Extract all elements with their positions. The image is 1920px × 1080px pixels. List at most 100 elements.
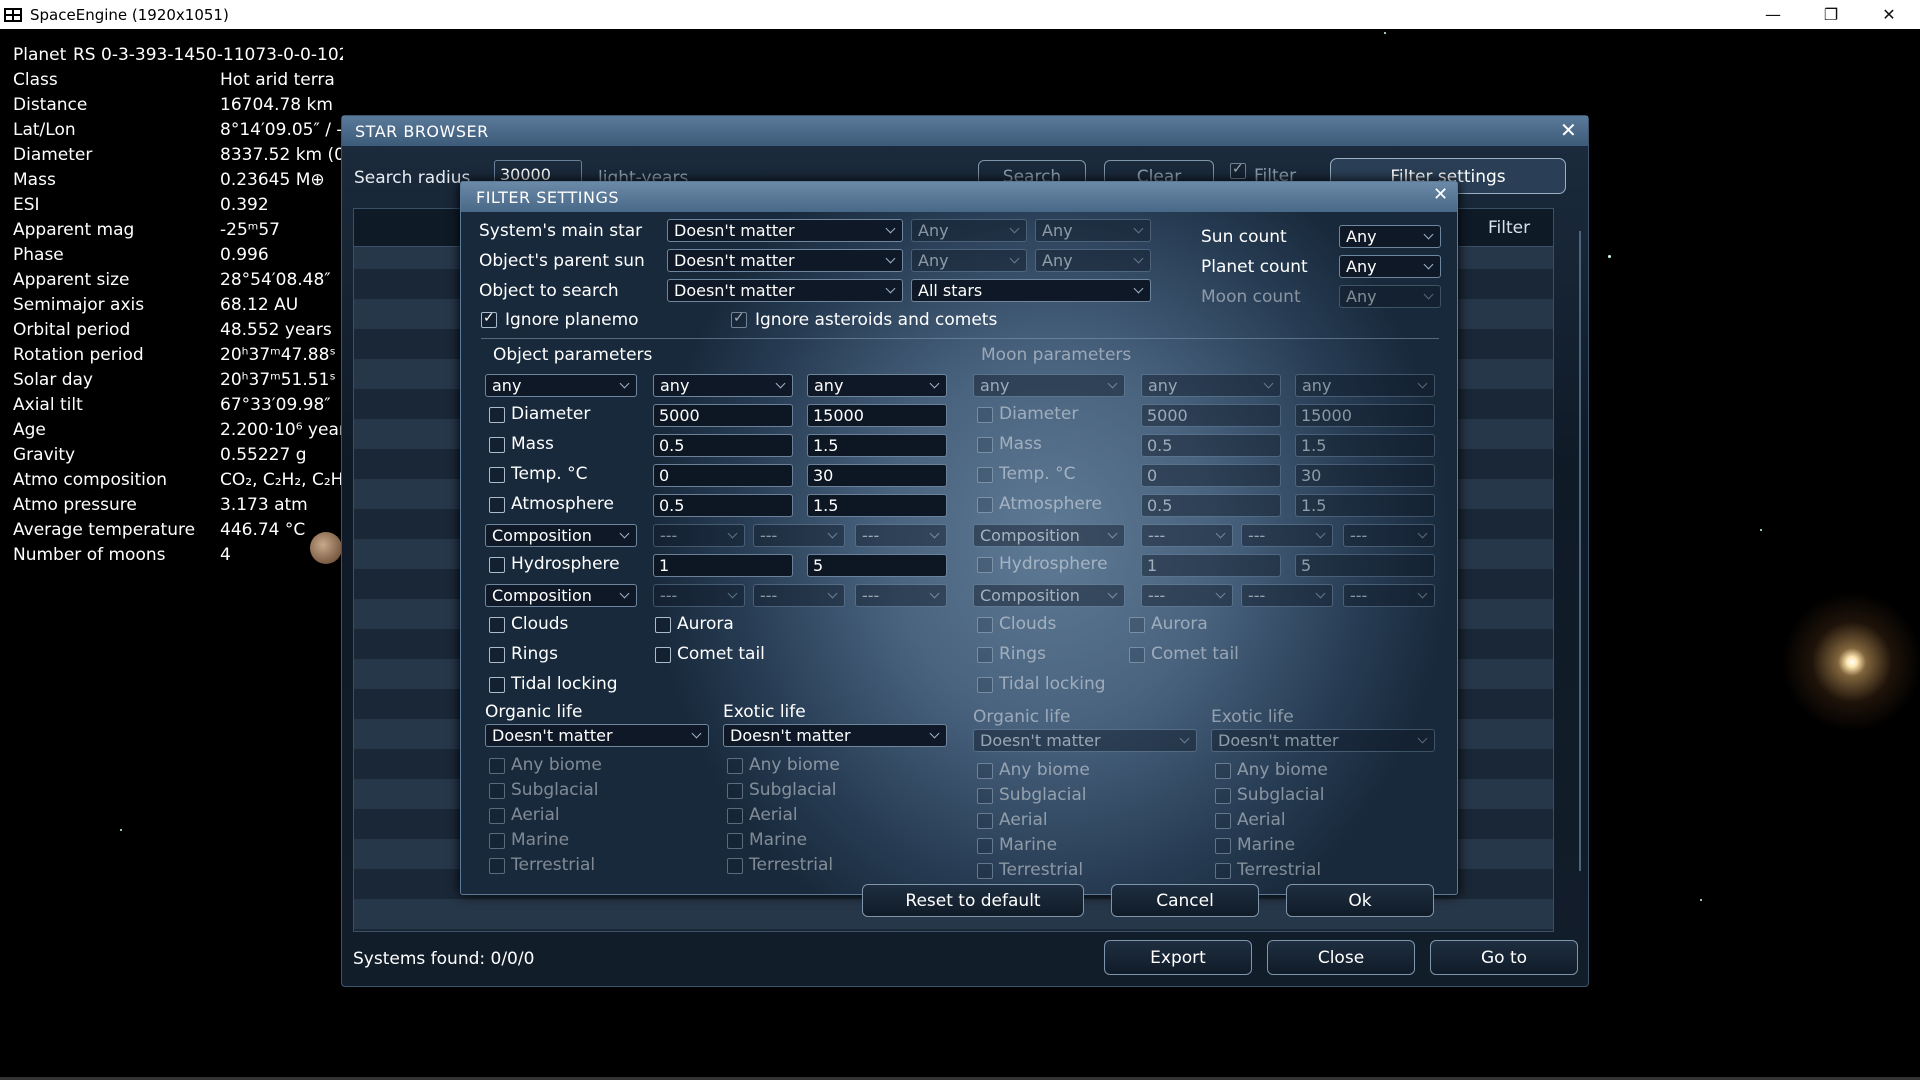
exotic-life-select[interactable]: Doesn't matter	[723, 724, 947, 747]
organic-terrestrial-checkbox[interactable]	[489, 858, 505, 874]
moon-hydro-liquid2-select[interactable]: ---	[1241, 584, 1333, 607]
mass-min-input[interactable]: 0.5	[653, 434, 793, 457]
moon-exotic-aerial-checkbox[interactable]	[1215, 813, 1231, 829]
parent-sun-select[interactable]: Doesn't matter	[667, 249, 903, 272]
minimize-icon[interactable]: —	[1744, 0, 1802, 29]
moon-param-type-select[interactable]: any	[1141, 374, 1281, 397]
rings-checkbox[interactable]	[489, 647, 505, 663]
moon-atmo-gas1-select[interactable]: ---	[1141, 524, 1233, 547]
moon-diameter-min-input[interactable]: 5000	[1141, 404, 1281, 427]
moon-mass-min-input[interactable]: 0.5	[1141, 434, 1281, 457]
exotic-aerial-checkbox[interactable]	[727, 808, 743, 824]
tidal-locking-checkbox[interactable]	[489, 677, 505, 693]
sun-count-select[interactable]: Any	[1339, 225, 1441, 248]
moon-hydro-composition-select[interactable]: Composition	[973, 584, 1125, 607]
organic-any-biome-checkbox[interactable]	[489, 758, 505, 774]
filter-column-header[interactable]: Filter	[1488, 218, 1530, 238]
temp-max-input[interactable]: 30	[807, 464, 947, 487]
atmo-gas1-select[interactable]: ---	[653, 524, 745, 547]
moon-atmosphere-min-input[interactable]: 0.5	[1141, 494, 1281, 517]
hydrosphere-max-input[interactable]: 5	[807, 554, 947, 577]
object-param-class-select[interactable]: any	[807, 374, 947, 397]
atmosphere-checkbox[interactable]	[489, 497, 505, 513]
comet-tail-checkbox[interactable]	[655, 647, 671, 663]
reset-to-default-button[interactable]: Reset to default	[862, 884, 1084, 917]
moon-rings-checkbox[interactable]	[977, 647, 993, 663]
moon-organic-life-select[interactable]: Doesn't matter	[973, 729, 1197, 752]
ignore-asteroids-checkbox[interactable]	[731, 310, 747, 328]
moon-temp-max-input[interactable]: 30	[1295, 464, 1435, 487]
moon-temp-checkbox[interactable]	[977, 467, 993, 483]
results-scrollbar[interactable]	[1579, 231, 1581, 871]
hydrosphere-min-input[interactable]: 1	[653, 554, 793, 577]
atmo-gas3-select[interactable]: ---	[855, 524, 947, 547]
object-kind-select[interactable]: All stars	[911, 279, 1151, 302]
aurora-checkbox[interactable]	[655, 617, 671, 633]
mass-max-input[interactable]: 1.5	[807, 434, 947, 457]
moon-atmo-gas3-select[interactable]: ---	[1343, 524, 1435, 547]
moon-exotic-any-biome-checkbox[interactable]	[1215, 763, 1231, 779]
diameter-checkbox[interactable]	[489, 407, 505, 423]
atmosphere-min-input[interactable]: 0.5	[653, 494, 793, 517]
hydro-composition-select[interactable]: Composition	[485, 584, 637, 607]
moon-atmosphere-max-input[interactable]: 1.5	[1295, 494, 1435, 517]
goto-button[interactable]: Go to	[1430, 940, 1578, 975]
ignore-planemo-checkbox[interactable]	[481, 310, 497, 328]
hydrosphere-checkbox[interactable]	[489, 557, 505, 573]
hydro-liquid3-select[interactable]: ---	[855, 584, 947, 607]
moon-hydrosphere-min-input[interactable]: 1	[1141, 554, 1281, 577]
moon-hydrosphere-checkbox[interactable]	[977, 557, 993, 573]
filter-settings-close-icon[interactable]: ✕	[1433, 184, 1448, 205]
moon-mass-checkbox[interactable]	[977, 437, 993, 453]
moon-organic-aerial-checkbox[interactable]	[977, 813, 993, 829]
moon-hydro-liquid1-select[interactable]: ---	[1141, 584, 1233, 607]
atmosphere-max-input[interactable]: 1.5	[807, 494, 947, 517]
object-search-select[interactable]: Doesn't matter	[667, 279, 903, 302]
organic-aerial-checkbox[interactable]	[489, 808, 505, 824]
atmo-composition-select[interactable]: Composition	[485, 524, 637, 547]
object-param-mode-select[interactable]: any	[485, 374, 637, 397]
hydro-liquid1-select[interactable]: ---	[653, 584, 745, 607]
moon-atmo-composition-select[interactable]: Composition	[973, 524, 1125, 547]
temp-checkbox[interactable]	[489, 467, 505, 483]
moon-tidal-locking-checkbox[interactable]	[977, 677, 993, 693]
planet-count-select[interactable]: Any	[1339, 255, 1441, 278]
moon-aurora-checkbox[interactable]	[1129, 617, 1145, 633]
main-star-type-select[interactable]: Any	[911, 219, 1027, 242]
filter-checkbox[interactable]	[1230, 161, 1246, 179]
temp-min-input[interactable]: 0	[653, 464, 793, 487]
moon-mass-max-input[interactable]: 1.5	[1295, 434, 1435, 457]
moon-organic-subglacial-checkbox[interactable]	[977, 788, 993, 804]
atmo-gas2-select[interactable]: ---	[753, 524, 845, 547]
moon-exotic-life-select[interactable]: Doesn't matter	[1211, 729, 1435, 752]
parent-sun-type-select[interactable]: Any	[911, 249, 1027, 272]
moon-count-select[interactable]: Any	[1339, 285, 1441, 308]
close-icon[interactable]: ✕	[1860, 0, 1918, 29]
moon-param-mode-select[interactable]: any	[973, 374, 1125, 397]
moon-clouds-checkbox[interactable]	[977, 617, 993, 633]
moon-temp-min-input[interactable]: 0	[1141, 464, 1281, 487]
moon-diameter-checkbox[interactable]	[977, 407, 993, 423]
diameter-min-input[interactable]: 5000	[653, 404, 793, 427]
close-button[interactable]: Close	[1267, 940, 1415, 975]
moon-diameter-max-input[interactable]: 15000	[1295, 404, 1435, 427]
moon-atmo-gas2-select[interactable]: ---	[1241, 524, 1333, 547]
organic-marine-checkbox[interactable]	[489, 833, 505, 849]
main-star-class-select[interactable]: Any	[1035, 219, 1151, 242]
moon-comet-tail-checkbox[interactable]	[1129, 647, 1145, 663]
hydro-liquid2-select[interactable]: ---	[753, 584, 845, 607]
diameter-max-input[interactable]: 15000	[807, 404, 947, 427]
moon-organic-any-biome-checkbox[interactable]	[977, 763, 993, 779]
exotic-terrestrial-checkbox[interactable]	[727, 858, 743, 874]
moon-exotic-marine-checkbox[interactable]	[1215, 838, 1231, 854]
organic-life-select[interactable]: Doesn't matter	[485, 724, 709, 747]
ok-button[interactable]: Ok	[1286, 884, 1434, 917]
moon-organic-terrestrial-checkbox[interactable]	[977, 863, 993, 879]
moon-atmosphere-checkbox[interactable]	[977, 497, 993, 513]
export-button[interactable]: Export	[1104, 940, 1252, 975]
moon-param-class-select[interactable]: any	[1295, 374, 1435, 397]
restore-icon[interactable]: ❐	[1802, 0, 1860, 29]
exotic-subglacial-checkbox[interactable]	[727, 783, 743, 799]
object-param-type-select[interactable]: any	[653, 374, 793, 397]
clouds-checkbox[interactable]	[489, 617, 505, 633]
